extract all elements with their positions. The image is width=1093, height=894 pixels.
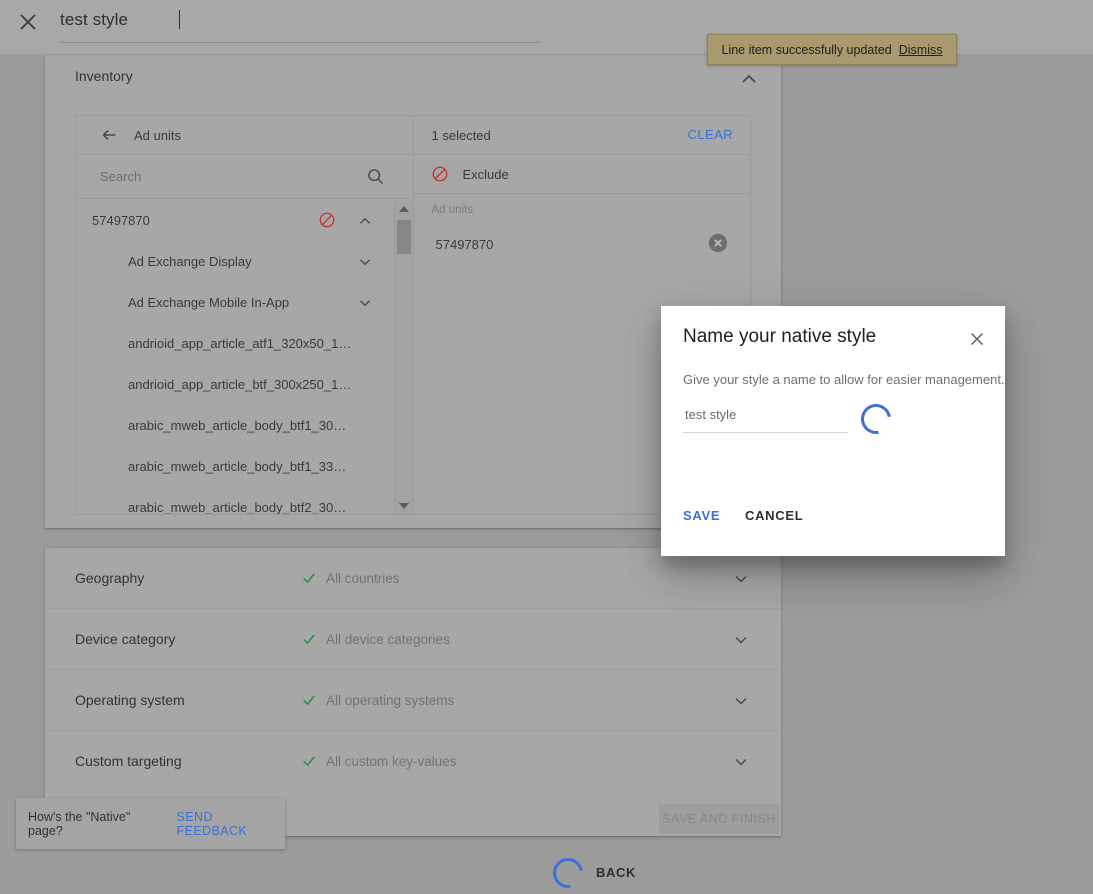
style-name-value: test style bbox=[60, 10, 129, 29]
save-and-finish-button[interactable]: SAVE AND FINISH bbox=[659, 804, 779, 834]
scrollbar-up-arrow-icon[interactable] bbox=[395, 200, 413, 217]
send-feedback-button[interactable]: SEND FEEDBACK bbox=[177, 810, 285, 838]
tree-item[interactable]: Ad Exchange Display bbox=[76, 241, 394, 282]
tree-item[interactable]: andrioid_app_article_btf_300x250_1… bbox=[76, 364, 394, 405]
picker-search-row[interactable] bbox=[76, 155, 413, 199]
targeting-row-label: Device category bbox=[75, 631, 176, 647]
ad-units-picker: Ad units 57497870 Ad Exchange Display Ad E… bbox=[75, 115, 751, 515]
tree-item-label: andrioid_app_article_atf1_320x50_1… bbox=[128, 336, 352, 351]
close-icon[interactable] bbox=[966, 328, 988, 350]
dialog-subtitle: Give your style a name to allow for easi… bbox=[683, 372, 1005, 387]
clear-button[interactable]: CLEAR bbox=[688, 127, 733, 142]
targeting-row-value: All operating systems bbox=[326, 692, 455, 708]
style-name-input[interactable] bbox=[683, 406, 852, 423]
back-button[interactable]: BACK bbox=[596, 865, 636, 880]
targeting-row-label: Geography bbox=[75, 570, 145, 586]
style-name-field[interactable]: test style bbox=[60, 6, 540, 43]
scrollbar-down-arrow-icon[interactable] bbox=[395, 497, 413, 514]
chevron-down-icon[interactable] bbox=[731, 691, 751, 711]
snackbar-toast: Line item successfully updated Dismiss bbox=[707, 34, 957, 65]
tree-item[interactable]: andrioid_app_article_atf1_320x50_1… bbox=[76, 323, 394, 364]
chevron-up-icon[interactable] bbox=[356, 212, 374, 230]
tree-item-label: arabic_mweb_article_body_btf1_33… bbox=[128, 459, 347, 474]
inventory-section-header[interactable]: Inventory bbox=[45, 55, 781, 105]
check-icon bbox=[300, 630, 318, 648]
exclude-row[interactable]: Exclude bbox=[413, 155, 750, 194]
chevron-down-icon[interactable] bbox=[356, 294, 374, 312]
selected-group-label: Ad units bbox=[431, 204, 474, 216]
arrow-left-icon[interactable] bbox=[98, 124, 120, 146]
tree-item[interactable]: arabic_mweb_article_body_btf1_33… bbox=[76, 446, 394, 487]
snackbar-message: Line item successfully updated bbox=[721, 42, 892, 57]
tree-item[interactable]: Ad Exchange Mobile In-App bbox=[76, 282, 394, 323]
dialog-title: Name your native style bbox=[683, 326, 877, 347]
targeting-row-label: Operating system bbox=[75, 692, 185, 708]
targeting-card: Geography All countries Device category All… bbox=[45, 548, 781, 836]
chevron-down-icon[interactable] bbox=[731, 752, 751, 772]
remove-circle-icon[interactable] bbox=[707, 232, 729, 254]
targeting-row[interactable]: Custom targeting All custom key-values bbox=[45, 731, 781, 791]
ad-units-tree-list: 57497870 Ad Exchange Display Ad Exchange M… bbox=[76, 200, 394, 514]
snackbar-dismiss-button[interactable]: Dismiss bbox=[899, 43, 943, 57]
check-icon bbox=[300, 752, 318, 770]
search-input[interactable] bbox=[98, 168, 352, 185]
feedback-card: How's the "Native" page? SEND FEEDBACK bbox=[16, 798, 285, 849]
tree-item[interactable]: arabic_mweb_article_body_btf1_30… bbox=[76, 405, 394, 446]
chevron-down-icon[interactable] bbox=[731, 569, 751, 589]
close-icon[interactable] bbox=[14, 8, 42, 36]
save-button[interactable]: SAVE bbox=[683, 508, 720, 523]
selected-count-label: 1 selected bbox=[431, 127, 491, 143]
chevron-up-icon[interactable] bbox=[737, 67, 761, 91]
tree-item[interactable]: 57497870 bbox=[76, 200, 394, 241]
targeting-row-label: Custom targeting bbox=[75, 753, 182, 769]
loading-spinner bbox=[547, 852, 589, 894]
feedback-prompt: How's the "Native" page? bbox=[28, 809, 131, 838]
selected-item-row: 57497870 bbox=[414, 224, 751, 264]
name-native-style-dialog: Name your native style Give your style a… bbox=[661, 306, 1005, 556]
tree-item-label: andrioid_app_article_btf_300x250_1… bbox=[128, 377, 352, 392]
page-title: Inventory bbox=[75, 68, 133, 84]
style-name-input-wrap[interactable] bbox=[683, 406, 852, 433]
picker-header-label: Ad units bbox=[134, 127, 181, 143]
search-icon[interactable] bbox=[365, 166, 386, 187]
check-icon bbox=[300, 569, 318, 587]
picker-breadcrumb-row[interactable]: Ad units bbox=[76, 116, 413, 155]
block-icon[interactable] bbox=[318, 211, 336, 229]
block-icon bbox=[431, 165, 449, 183]
targeting-row[interactable]: Device category All device categories bbox=[45, 609, 781, 670]
targeting-row[interactable]: Geography All countries bbox=[45, 548, 781, 609]
tree-item-label: arabic_mweb_article_body_btf2_30… bbox=[128, 500, 347, 514]
chevron-down-icon[interactable] bbox=[356, 253, 374, 271]
cancel-button[interactable]: CANCEL bbox=[745, 508, 803, 523]
loading-spinner bbox=[855, 398, 897, 440]
chevron-down-icon[interactable] bbox=[731, 630, 751, 650]
targeting-row-value: All countries bbox=[326, 570, 400, 586]
targeting-row-value: All device categories bbox=[326, 631, 450, 647]
targeting-row[interactable]: Operating system All operating systems bbox=[45, 670, 781, 731]
tree-item-label: Ad Exchange Mobile In-App bbox=[128, 295, 290, 310]
text-caret bbox=[179, 10, 180, 29]
picker-browse-pane: Ad units 57497870 Ad Exchange Display Ad E… bbox=[76, 116, 414, 514]
targeting-row-value: All custom key-values bbox=[326, 753, 457, 769]
tree-item-label: 57497870 bbox=[92, 213, 150, 228]
ad-units-tree: 57497870 Ad Exchange Display Ad Exchange M… bbox=[76, 200, 413, 514]
check-icon bbox=[300, 691, 318, 709]
tree-scrollbar[interactable] bbox=[393, 200, 413, 514]
scrollbar-thumb[interactable] bbox=[396, 220, 411, 254]
selected-item-label: 57497870 bbox=[435, 236, 494, 252]
tree-item[interactable]: arabic_mweb_article_body_btf2_30… bbox=[76, 487, 394, 514]
exclude-label: Exclude bbox=[462, 166, 509, 182]
selection-summary-row: 1 selected CLEAR bbox=[413, 116, 750, 155]
tree-item-label: arabic_mweb_article_body_btf1_30… bbox=[128, 418, 347, 433]
tree-item-label: Ad Exchange Display bbox=[128, 254, 252, 269]
